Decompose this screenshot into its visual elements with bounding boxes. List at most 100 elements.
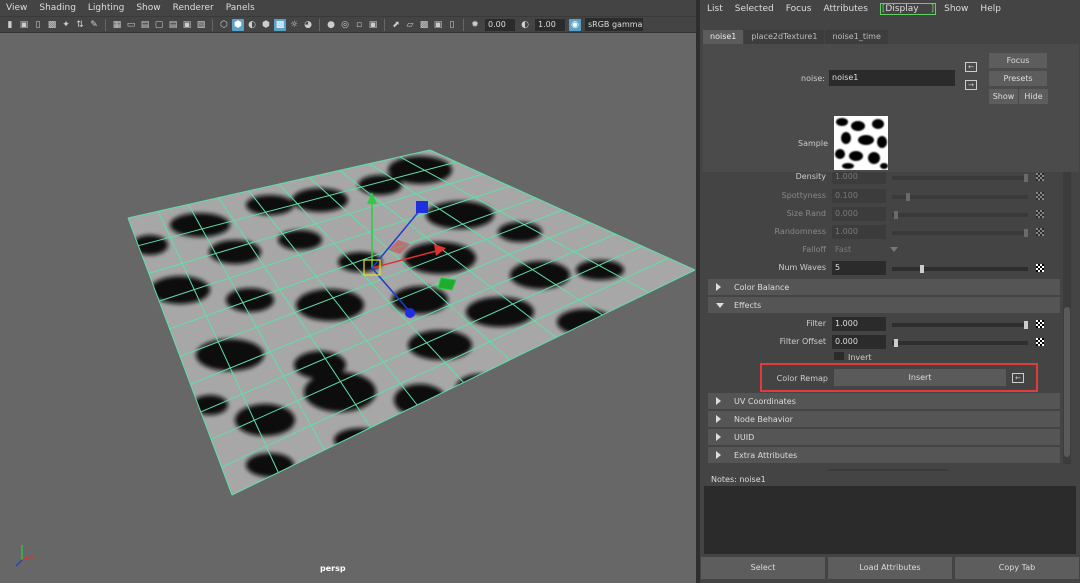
camera-attributes-icon[interactable]: ▣ — [18, 19, 30, 31]
presets-button[interactable]: Presets — [989, 71, 1047, 86]
tab-noise1-time[interactable]: noise1_time — [825, 30, 888, 44]
ae-menu-focus[interactable]: Focus — [786, 4, 812, 14]
tab-place2dtexture1[interactable]: place2dTexture1 — [744, 30, 825, 44]
xray-active-icon[interactable]: ▣ — [432, 19, 444, 31]
isolate-select-icon[interactable]: ⬈ — [390, 19, 402, 31]
wireframe-on-shaded-icon[interactable]: ⬢ — [260, 19, 272, 31]
menu-show[interactable]: Show — [136, 3, 160, 13]
ae-scrollbar-thumb[interactable] — [1064, 307, 1070, 457]
select-button[interactable]: Select — [701, 557, 825, 579]
num-waves-slider-handle[interactable] — [920, 265, 924, 273]
section-node-behavior[interactable]: Node Behavior — [708, 411, 1060, 427]
pivot-icon[interactable]: ✦ — [60, 19, 72, 31]
ae-tabs: noise1 place2dTexture1 noise1_time — [703, 30, 889, 44]
menu-shading[interactable]: Shading — [39, 3, 76, 13]
exposure-field[interactable]: 0.00 — [485, 18, 515, 31]
two-d-pan-icon[interactable]: ✎ — [88, 19, 100, 31]
filter-offset-slider-handle[interactable] — [894, 339, 898, 347]
gate-mask-icon[interactable]: ▢ — [153, 19, 165, 31]
menu-lighting[interactable]: Lighting — [88, 3, 124, 13]
show-button[interactable]: Show — [989, 89, 1018, 104]
section-uuid[interactable]: UUID — [708, 429, 1060, 445]
sample-swatch[interactable] — [834, 116, 888, 170]
section-effects[interactable]: Effects — [708, 297, 1060, 313]
textured-icon[interactable]: ▩ — [274, 18, 286, 31]
section-extra-attributes[interactable]: Extra Attributes — [708, 447, 1060, 463]
notes-resize-handle[interactable] — [828, 469, 948, 471]
exposure-icon[interactable]: ✹ — [469, 19, 481, 31]
ae-scrollbar[interactable] — [1063, 172, 1071, 464]
num-waves-map-icon[interactable] — [1036, 264, 1044, 272]
density-slider-handle — [1024, 174, 1028, 182]
hide-button[interactable]: Hide — [1019, 89, 1048, 104]
density-field: 1.000 — [832, 172, 886, 184]
ae-menu-display-label: Display — [885, 3, 919, 14]
ae-menu-help[interactable]: Help — [980, 4, 1001, 14]
viewport-panel[interactable]: View Shading Lighting Show Renderer Pane… — [0, 0, 696, 583]
invert-checkbox[interactable] — [834, 352, 844, 360]
filter-slider-handle[interactable] — [1024, 321, 1028, 329]
wireframe-icon[interactable]: ⬡ — [218, 19, 230, 31]
ae-menu-list[interactable]: List — [707, 4, 723, 14]
color-management-icon[interactable]: ◉ — [569, 18, 581, 31]
ae-menu-selected[interactable]: Selected — [735, 4, 774, 14]
section-uv-coordinates-label: UV Coordinates — [734, 396, 796, 406]
bookmark-icon[interactable]: ▯ — [32, 19, 44, 31]
filter-offset-slider[interactable] — [892, 341, 1028, 345]
focus-button[interactable]: Focus — [989, 53, 1047, 68]
safe-action-icon[interactable]: ▣ — [181, 19, 193, 31]
size-rand-field: 0.000 — [832, 207, 886, 221]
load-attributes-button[interactable]: Load Attributes — [828, 557, 952, 579]
camera-icon[interactable]: ▮ — [4, 19, 16, 31]
default-lighting-icon[interactable]: ◐ — [246, 19, 258, 31]
track-icon[interactable]: ⇅ — [74, 19, 86, 31]
menu-panels[interactable]: Panels — [226, 3, 255, 13]
grid-icon[interactable]: ▦ — [111, 19, 123, 31]
num-waves-slider[interactable] — [892, 267, 1028, 271]
copy-tab-button[interactable]: Copy Tab — [955, 557, 1079, 579]
section-color-balance[interactable]: Color Balance — [708, 279, 1060, 295]
anti-aliasing-icon[interactable]: ▫ — [353, 19, 365, 31]
filter-field[interactable]: 1.000 — [832, 317, 886, 331]
shadows-icon[interactable]: ◕ — [302, 19, 314, 31]
safe-title-icon[interactable]: ▧ — [195, 19, 207, 31]
ae-attributes-scroll[interactable]: Density 1.000 Spottyness 0.100 Size Rand… — [708, 172, 1060, 464]
image-plane-icon[interactable]: ▩ — [46, 19, 58, 31]
notes-textarea[interactable] — [704, 486, 1076, 554]
node-type-label: noise: — [801, 74, 825, 83]
menu-view[interactable]: View — [6, 3, 27, 13]
menu-renderer[interactable]: Renderer — [173, 3, 214, 13]
xray-joints-icon[interactable]: ▩ — [418, 19, 430, 31]
filter-map-icon[interactable] — [1036, 320, 1044, 328]
viewport-canvas[interactable] — [0, 33, 696, 583]
gamma-field[interactable]: 1.00 — [535, 18, 565, 31]
motion-blur-icon[interactable]: ◎ — [339, 19, 351, 31]
use-all-lights-icon[interactable]: ☼ — [288, 19, 300, 31]
section-uv-coordinates[interactable]: UV Coordinates — [708, 393, 1060, 409]
ae-menu-attributes[interactable]: Attributes — [823, 4, 867, 14]
resolution-gate-icon[interactable]: ▤ — [139, 19, 151, 31]
size-rand-slider-handle — [894, 211, 898, 219]
xray-icon[interactable]: ▱ — [404, 19, 416, 31]
filter-slider[interactable] — [892, 323, 1028, 327]
field-chart-icon[interactable]: ▤ — [167, 19, 179, 31]
film-gate-icon[interactable]: ▭ — [125, 19, 137, 31]
collapsed-arrow-icon — [716, 397, 721, 405]
ae-menu-show[interactable]: Show — [944, 4, 968, 14]
smooth-shade-icon[interactable]: ⬢ — [232, 18, 244, 31]
output-connection-icon[interactable]: → — [965, 80, 977, 90]
sample-label: Sample — [798, 139, 828, 148]
noise-sample-image — [835, 118, 888, 169]
tab-noise1[interactable]: noise1 — [703, 30, 744, 44]
gamma-icon[interactable]: ◐ — [519, 19, 531, 31]
filter-offset-map-icon[interactable] — [1036, 338, 1044, 346]
filter-offset-field[interactable]: 0.000 — [832, 335, 886, 349]
depth-of-field-icon[interactable]: ▣ — [367, 19, 379, 31]
view-transform-field[interactable]: sRGB gamma — [585, 18, 643, 31]
ae-menu-display[interactable]: [Display] — [879, 2, 937, 15]
node-name-field[interactable]: noise1 — [829, 70, 955, 86]
input-connection-icon[interactable]: ← — [965, 62, 977, 72]
backface-culling-icon[interactable]: ▯ — [446, 19, 458, 31]
num-waves-field[interactable]: 5 — [832, 261, 886, 275]
screen-space-ao-icon[interactable]: ● — [325, 19, 337, 31]
